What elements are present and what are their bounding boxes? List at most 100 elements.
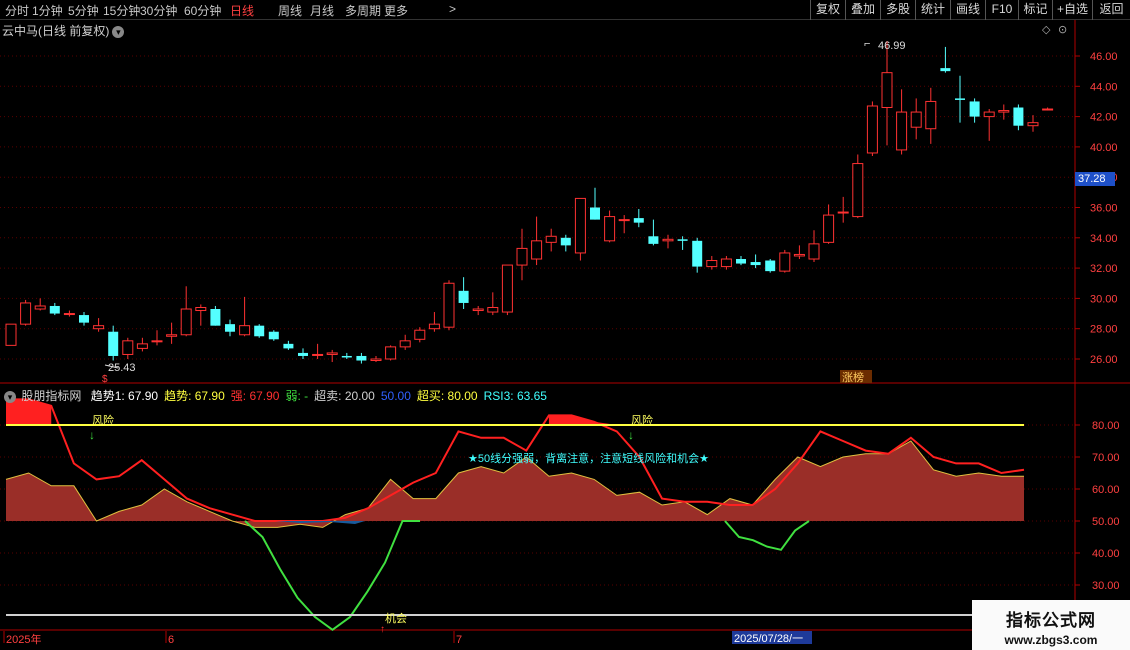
candle [896,89,908,155]
indicator-value: 弱: - [285,389,309,403]
indicator-value: 超买: 80.00 [416,389,478,403]
indicator-value: 50.00 [380,389,411,403]
candle [590,187,600,220]
chance-label: 机会 [385,611,407,625]
candle [385,345,397,361]
candle [779,249,791,273]
axis-labels: 46.0044.0042.0040.0038.0036.0034.0032.00… [3,51,1120,646]
candle [750,254,761,269]
candle [312,343,324,359]
candle [20,299,32,326]
candle [458,277,469,310]
candle [823,204,835,244]
weak-line [724,520,810,551]
candle [341,352,352,359]
candle [108,325,119,361]
candle [195,304,207,326]
candle [648,219,659,246]
candle [49,302,60,316]
candle [720,255,732,270]
candle [604,210,616,243]
candle [545,228,557,252]
indicator-value: 趋势1: 67.90 [90,389,159,403]
price-tick-label: 30.00 [1090,293,1118,305]
arrow-up-icon: ↑ [380,624,385,635]
candle [940,46,951,73]
watermark-title: 指标公式网 [1006,611,1096,630]
candle [151,330,163,346]
date-label: 2025年 [6,632,41,646]
indicator-tick-label: 70.00 [1092,452,1120,464]
indicator-tick-label: 30.00 [1092,580,1120,592]
candle [866,101,878,156]
indicator-value: RSI3: 63.65 [483,389,547,403]
candle [501,264,513,316]
candle [472,305,484,316]
candle [706,255,718,270]
candle [63,310,75,317]
candle [180,286,192,337]
candle [79,312,89,326]
candle [998,104,1010,120]
candle [516,228,528,281]
candle [633,209,644,228]
candle [925,87,937,144]
date-label: 7 [456,634,462,646]
dividend-marker: $ [102,374,108,385]
kline-chart[interactable]: 风险↓风险↓机会↑★50线分强弱，背离注意，注意短线风险和机会★ 46.0044… [0,0,1130,650]
candle [5,323,17,346]
candle [283,340,294,350]
watermark: 指标公式网 www.zbgs3.com [972,600,1130,650]
candle [443,280,455,331]
candle [736,255,746,266]
price-tick-label: 34.00 [1090,233,1118,245]
candle [254,324,265,338]
overbought-fill [548,415,617,425]
candle [268,330,279,341]
indicator-name[interactable]: 股朋指标网 [21,389,81,403]
indicator-pane: 风险↓风险↓机会↑★50线分强弱，背离注意，注意短线风险和机会★ [0,398,1075,635]
low-price-label: 25.43 [108,362,136,374]
cursor-date-label: 2025/07/28/一 [734,633,803,645]
price-tick-label: 32.00 [1090,263,1118,275]
high-price-marker: ⌐ [864,38,870,50]
price-tick-label: 26.00 [1090,354,1118,366]
chevron-down-icon[interactable]: ▾ [4,390,16,403]
current-price-tag: 37.28 [1075,172,1115,186]
candle [428,312,440,332]
candle [122,337,134,359]
candle [1013,104,1024,131]
candle [692,237,703,273]
indicator-value: 超卖: 20.00 [314,389,375,403]
candle [881,41,893,146]
candle [852,154,864,219]
candle [298,348,308,359]
indicator-note: ★50线分强弱，背离注意，注意短线风险和机会★ [468,451,709,465]
candle [793,245,805,260]
candle [662,234,674,249]
candle [955,75,965,123]
indicator-tick-label: 60.00 [1092,484,1120,496]
indicator-tick-label: 80.00 [1092,420,1120,432]
candle [983,109,995,141]
candle [1042,107,1054,111]
tag-label: 涨榜 [842,370,864,384]
candle [910,98,922,140]
candle [574,197,586,261]
indicator-values: 趋势1: 67.90 趋势: 67.90 强: 67.90 弱: - 超卖: 20.00… [91,389,553,403]
candle [370,355,382,363]
settings-icon[interactable]: ⊙ [1058,24,1067,36]
candle [93,318,105,332]
diamond-icon[interactable]: ◇ [1042,24,1051,36]
candle [618,215,630,234]
candle [487,292,499,316]
candle [166,322,178,344]
candle [210,305,221,326]
high-price-label: 46.99 [878,40,906,52]
indicator-tick-label: 50.00 [1092,516,1120,528]
candle [326,349,338,363]
candle [225,319,235,337]
candle [677,236,688,250]
candle [414,327,426,343]
candle [765,259,776,273]
